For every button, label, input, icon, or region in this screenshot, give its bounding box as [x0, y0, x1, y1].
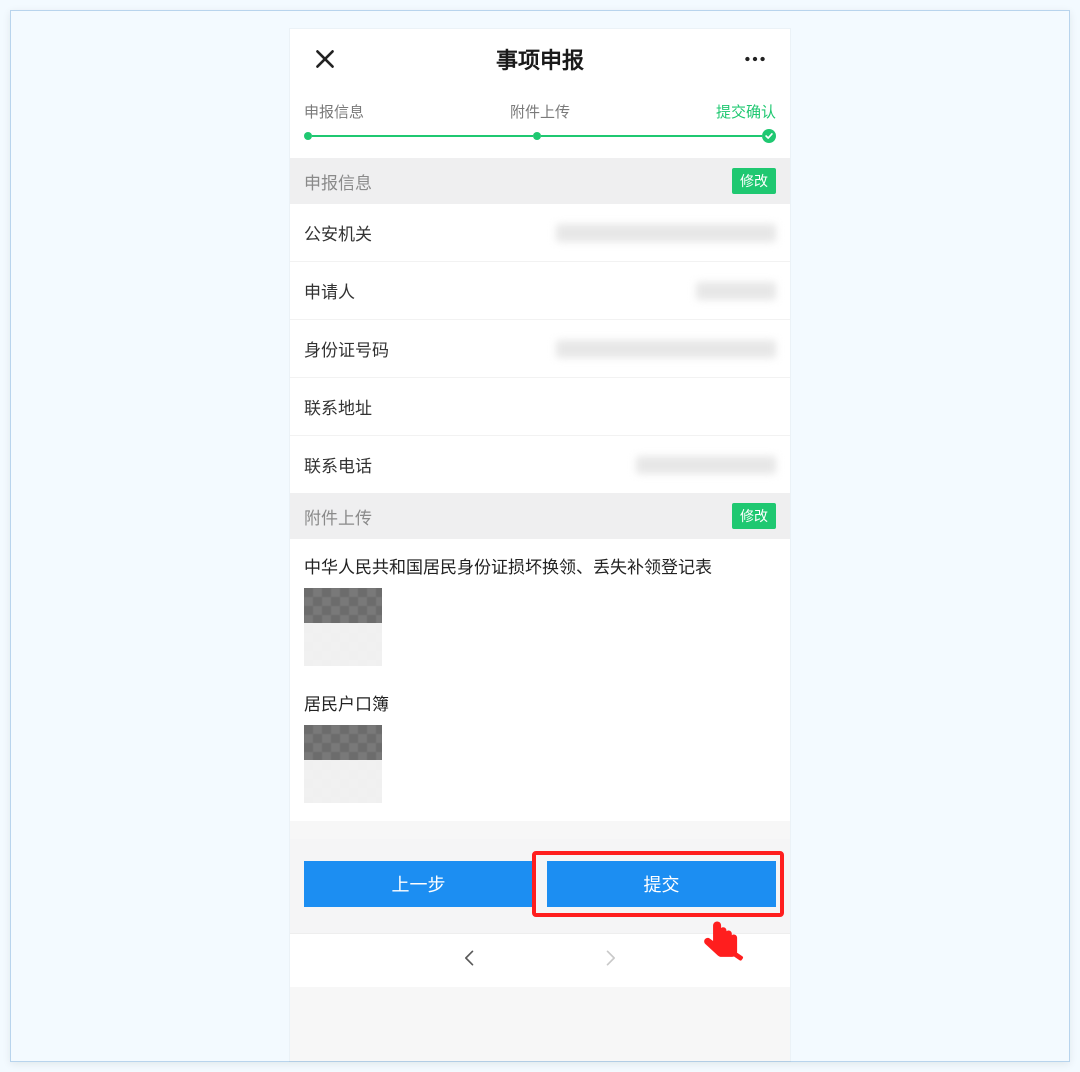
attachment-title: 中华人民共和国居民身份证损坏换领、丢失补领登记表 [304, 553, 776, 578]
section-header-info: 申报信息 修改 [290, 158, 790, 204]
info-row: 联系地址 [290, 378, 790, 436]
info-row: 联系电话 [290, 436, 790, 493]
info-value-redacted [696, 282, 776, 300]
step-dot [304, 132, 312, 140]
info-value-redacted [556, 224, 776, 242]
nav-back-icon[interactable] [460, 948, 480, 973]
step-line [312, 135, 533, 137]
page-title: 事项申报 [496, 43, 584, 75]
attachment-item: 中华人民共和国居民身份证损坏换领、丢失补领登记表 [290, 539, 790, 684]
spacer [290, 821, 790, 839]
info-row: 身份证号码 [290, 320, 790, 378]
step-dot [533, 132, 541, 140]
edit-attach-button[interactable]: 修改 [732, 503, 776, 529]
info-row: 申请人 [290, 262, 790, 320]
submit-button[interactable]: 提交 [547, 861, 776, 907]
attachment-title: 居民户口簿 [304, 690, 776, 715]
step-label-active: 提交确认 [716, 101, 776, 122]
close-icon[interactable] [308, 42, 342, 76]
info-label: 身份证号码 [304, 336, 389, 361]
more-icon[interactable] [738, 42, 772, 76]
bottom-nav [290, 933, 790, 987]
document-frame: 事项申报 申报信息 附件上传 提交确认 [10, 10, 1070, 1062]
top-bar: 事项申报 [290, 29, 790, 89]
attachment-thumbnail[interactable] [304, 588, 382, 666]
nav-forward-icon[interactable] [600, 948, 620, 973]
info-label: 申请人 [304, 278, 355, 303]
step-dot-check-icon [762, 129, 776, 143]
step-label: 附件上传 [510, 101, 570, 122]
edit-info-button[interactable]: 修改 [732, 168, 776, 194]
step-label: 申报信息 [304, 101, 364, 122]
info-value-redacted [556, 340, 776, 358]
info-label: 公安机关 [304, 220, 372, 245]
step-line [541, 135, 762, 137]
phone-screen: 事项申报 申报信息 附件上传 提交确认 [290, 29, 790, 1061]
attachment-thumbnail[interactable] [304, 725, 382, 803]
section-title: 附件上传 [304, 504, 372, 529]
info-label: 联系地址 [304, 394, 372, 419]
info-row: 公安机关 [290, 204, 790, 262]
attachment-item: 居民户口簿 [290, 684, 790, 821]
info-label: 联系电话 [304, 452, 372, 477]
section-title: 申报信息 [304, 169, 372, 194]
section-header-attach: 附件上传 修改 [290, 493, 790, 539]
info-value-redacted [636, 456, 776, 474]
steps-bar: 申报信息 附件上传 提交确认 [290, 89, 790, 158]
footer-actions: 上一步 提交 [290, 839, 790, 933]
prev-button[interactable]: 上一步 [304, 861, 533, 907]
info-list: 公安机关 申请人 身份证号码 联系地址 联系电话 [290, 204, 790, 493]
